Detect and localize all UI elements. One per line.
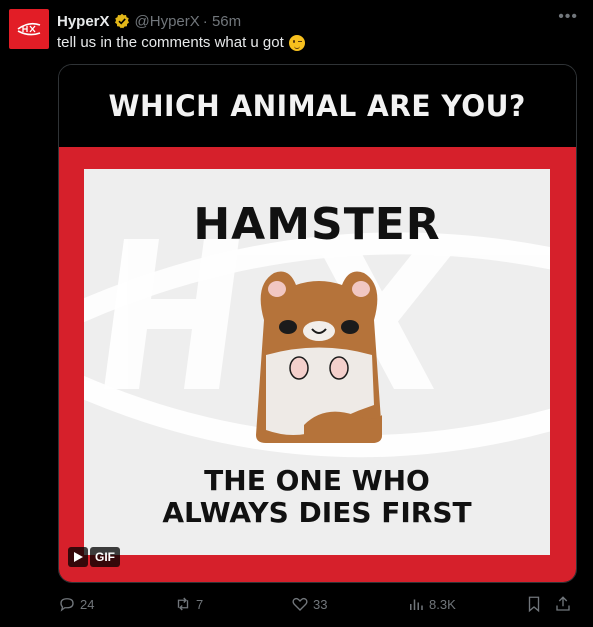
reply-count: 24 [80, 596, 95, 612]
action-bar: 24 7 33 8.3K [58, 592, 578, 616]
author-name[interactable]: HyperX [57, 13, 110, 30]
gif-label: GIF [90, 547, 120, 567]
tweet-body: tell us in the comments what u got [57, 34, 284, 51]
bookmark-button[interactable] [525, 592, 547, 616]
play-icon[interactable] [68, 547, 88, 567]
author-handle[interactable]: @HyperX [135, 13, 200, 30]
caption-line-2: ALWAYS DIES FIRST [162, 496, 472, 529]
repost-count: 7 [196, 596, 204, 612]
share-icon [556, 596, 570, 611]
reply-icon [60, 598, 74, 612]
repost-button[interactable]: 7 [174, 592, 203, 616]
heart-icon [292, 597, 308, 611]
analytics-icon [410, 599, 423, 610]
verified-badge-icon[interactable] [114, 13, 130, 29]
share-button[interactable] [554, 592, 576, 616]
media-header: WHICH ANIMAL ARE YOU? [59, 65, 576, 147]
gif-badge[interactable]: GIF [68, 547, 120, 567]
avatar[interactable] [9, 9, 49, 49]
media-gif[interactable]: WHICH ANIMAL ARE YOU? HAMSTER THE ONE WH… [58, 64, 577, 583]
views-button[interactable]: 8.3K [407, 592, 456, 616]
view-count: 8.3K [429, 596, 456, 612]
like-count: 33 [313, 596, 328, 612]
media-headline: WHICH ANIMAL ARE YOU? [108, 89, 527, 123]
more-options-icon[interactable]: ••• [558, 8, 578, 26]
winking-face-icon [288, 34, 305, 51]
post-time[interactable]: · 56m [203, 13, 241, 30]
result-title: HAMSTER [193, 199, 441, 250]
bookmark-icon [528, 596, 540, 613]
hyperx-logo-icon [17, 22, 41, 36]
like-button[interactable]: 33 [291, 592, 327, 616]
media-panel: HAMSTER THE ONE WHO ALWAYS DIES FIRST [84, 169, 550, 555]
tweet[interactable]: HyperX @HyperX · 56m ••• tell us in the … [0, 0, 593, 627]
tweet-text: tell us in the comments what u got [57, 34, 305, 51]
result-caption: THE ONE WHO ALWAYS DIES FIRST [84, 465, 550, 529]
caption-line-1: THE ONE WHO [204, 464, 430, 497]
tweet-header: HyperX @HyperX · 56m ••• [57, 8, 577, 31]
reply-button[interactable]: 24 [58, 592, 94, 616]
hamster-illustration [256, 271, 382, 443]
repost-icon [177, 597, 189, 611]
